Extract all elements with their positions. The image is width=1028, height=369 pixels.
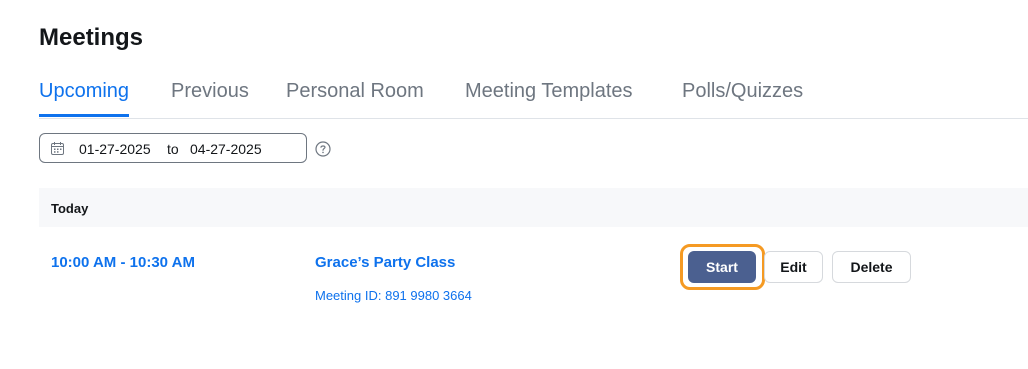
date-range-picker[interactable]: 01-27-2025 to 04-27-2025 <box>39 133 307 163</box>
end-date-input[interactable]: 04-27-2025 <box>190 141 262 157</box>
date-range-separator: to <box>167 141 179 157</box>
delete-button[interactable]: Delete <box>832 251 911 283</box>
edit-button[interactable]: Edit <box>764 251 823 283</box>
meetings-tabs: Upcoming Previous Personal Room Meeting … <box>39 80 1028 119</box>
calendar-icon <box>51 142 64 155</box>
start-button[interactable]: Start <box>688 251 756 283</box>
question-circle-icon[interactable] <box>315 141 331 157</box>
section-label: Today <box>51 201 89 216</box>
meeting-id: Meeting ID: 891 9980 3664 <box>315 288 472 303</box>
meeting-time: 10:00 AM - 10:30 AM <box>51 254 195 271</box>
section-header-today: Today <box>39 188 1028 227</box>
tab-meeting-templates[interactable]: Meeting Templates <box>465 80 633 103</box>
start-date-input[interactable]: 01-27-2025 <box>79 141 151 157</box>
tab-previous[interactable]: Previous <box>171 80 249 103</box>
tab-polls-quizzes[interactable]: Polls/Quizzes <box>682 80 803 103</box>
meeting-title-link[interactable]: Grace’s Party Class <box>315 254 455 271</box>
tab-personal-room[interactable]: Personal Room <box>286 80 424 103</box>
tab-upcoming[interactable]: Upcoming <box>39 80 130 117</box>
page-title: Meetings <box>39 24 144 51</box>
